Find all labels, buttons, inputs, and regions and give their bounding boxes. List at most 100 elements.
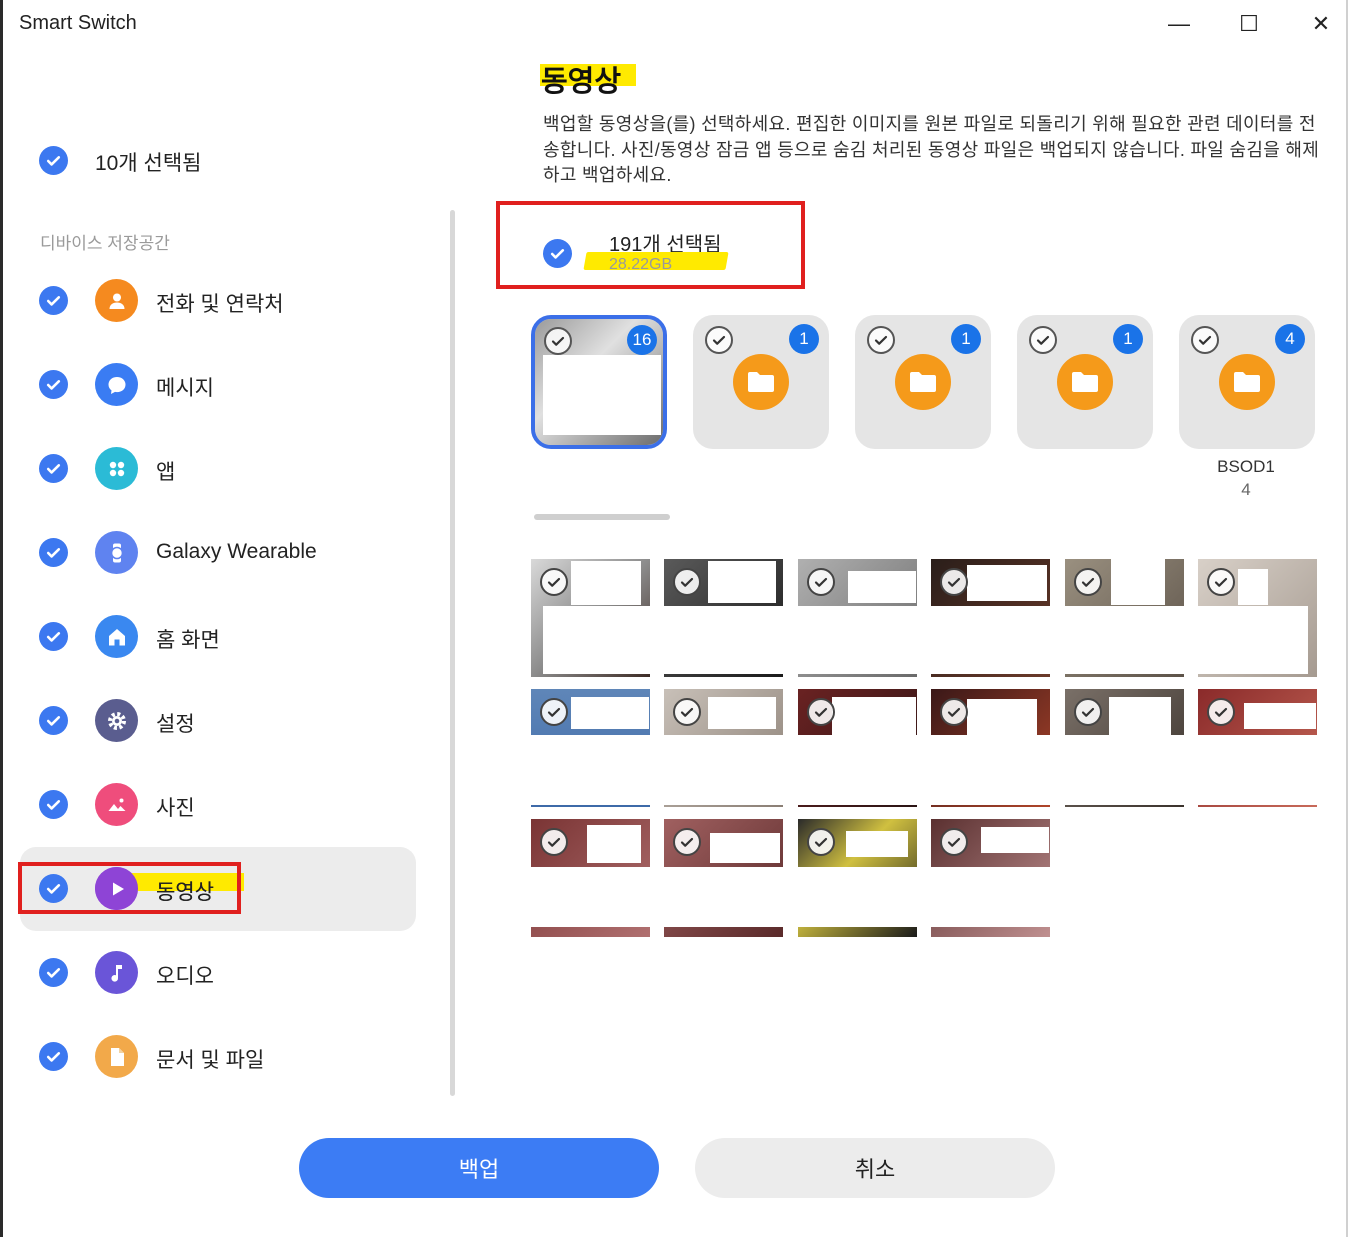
category-checkbox[interactable] <box>39 370 68 399</box>
redaction <box>543 606 1308 674</box>
category-documents[interactable]: 문서 및 파일 <box>20 1015 416 1099</box>
select-all-checkbox[interactable] <box>39 146 68 175</box>
video-checkbox[interactable] <box>940 698 968 726</box>
album-scrollbar[interactable] <box>534 514 670 520</box>
album-card[interactable]: 4 <box>1179 315 1315 449</box>
sidebar-scrollbar[interactable] <box>450 210 455 1096</box>
check-icon <box>46 968 61 978</box>
page-description: 백업할 동영상을(를) 선택하세요. 편집한 이미지를 원본 파일로 되돌리기 … <box>543 114 1320 185</box>
video-checkbox[interactable] <box>540 828 568 856</box>
redaction <box>710 833 780 863</box>
check-icon <box>1081 707 1095 717</box>
category-contacts[interactable]: 전화 및 연락처 <box>20 259 416 343</box>
category-home-screen[interactable]: 홈 화면 <box>20 595 416 679</box>
video-checkbox[interactable] <box>673 828 701 856</box>
check-icon <box>1214 577 1228 587</box>
maximize-button[interactable]: ☐ <box>1214 0 1284 48</box>
album-card[interactable]: 1 <box>693 315 829 449</box>
redaction <box>517 867 1087 927</box>
check-icon <box>1198 335 1212 345</box>
check-icon <box>547 837 561 847</box>
category-apps[interactable]: 앱 <box>20 427 416 511</box>
album-count-badge: 1 <box>1113 324 1143 354</box>
check-icon <box>46 296 61 306</box>
selected-size: 28.22GB <box>609 256 673 273</box>
video-checkbox[interactable] <box>1207 568 1235 596</box>
check-icon <box>1214 707 1228 717</box>
video-checkbox[interactable] <box>807 828 835 856</box>
video-checkbox[interactable] <box>673 698 701 726</box>
redaction <box>967 699 1037 735</box>
check-icon <box>46 716 61 726</box>
category-checkbox[interactable] <box>39 538 68 567</box>
album-card[interactable]: 1 <box>855 315 991 449</box>
category-settings[interactable]: 설정 <box>20 679 416 763</box>
video-checkbox[interactable] <box>1207 698 1235 726</box>
document-icon <box>95 1035 138 1078</box>
video-checkbox[interactable] <box>940 568 968 596</box>
check-icon <box>46 464 61 474</box>
video-checkbox[interactable] <box>540 568 568 596</box>
category-label: Galaxy Wearable <box>156 540 317 563</box>
album-checkbox[interactable] <box>867 326 895 354</box>
redaction <box>1238 569 1268 605</box>
check-icon <box>46 548 61 558</box>
video-checkbox[interactable] <box>807 698 835 726</box>
category-checkbox[interactable] <box>39 958 68 987</box>
album-checkbox[interactable] <box>1029 326 1057 354</box>
check-icon <box>1081 577 1095 587</box>
category-label: 설정 <box>156 713 195 736</box>
cancel-button[interactable]: 취소 <box>695 1138 1055 1198</box>
video-checkbox[interactable] <box>673 568 701 596</box>
video-checkbox[interactable] <box>1074 698 1102 726</box>
album-checkbox[interactable] <box>1191 326 1219 354</box>
redaction <box>708 697 776 729</box>
album-count-badge: 16 <box>627 325 657 355</box>
album-checkbox[interactable] <box>705 326 733 354</box>
album-count-badge: 1 <box>789 324 819 354</box>
check-icon <box>46 632 61 642</box>
category-audio[interactable]: 오디오 <box>20 931 416 1015</box>
album-card[interactable]: 1 <box>1017 315 1153 449</box>
video-checkbox[interactable] <box>807 568 835 596</box>
check-icon <box>551 336 565 346</box>
category-checkbox[interactable] <box>39 454 68 483</box>
category-photos[interactable]: 사진 <box>20 763 416 847</box>
redaction <box>571 697 649 729</box>
watch-icon <box>95 531 138 574</box>
apps-icon <box>95 447 138 490</box>
backup-button[interactable]: 백업 <box>299 1138 659 1198</box>
clipped-header-text: - - - - - - - - <box>150 36 330 46</box>
check-icon <box>947 707 961 717</box>
check-icon <box>947 837 961 847</box>
album-card[interactable]: 16 <box>531 315 667 449</box>
redaction <box>1109 697 1171 735</box>
close-button[interactable]: ✕ <box>1286 0 1348 48</box>
page-title: 동영상 <box>541 66 622 98</box>
redaction <box>848 571 916 603</box>
category-label: 문서 및 파일 <box>156 1049 265 1072</box>
storage-section-header: 디바이스 저장공간 <box>40 234 170 253</box>
category-checkbox[interactable] <box>39 622 68 651</box>
check-icon <box>712 335 726 345</box>
video-checkbox[interactable] <box>1074 568 1102 596</box>
category-checkbox[interactable] <box>39 706 68 735</box>
album-checkbox[interactable] <box>544 327 572 355</box>
select-all-videos-checkbox[interactable] <box>543 239 572 268</box>
minimize-button[interactable]: — <box>1144 0 1214 48</box>
category-messages[interactable]: 메시지 <box>20 343 416 427</box>
category-checkbox[interactable] <box>39 790 68 819</box>
category-checkbox[interactable] <box>39 286 68 315</box>
redaction <box>967 565 1047 601</box>
category-galaxy-wearable[interactable]: Galaxy Wearable <box>20 511 416 595</box>
video-checkbox[interactable] <box>940 828 968 856</box>
check-icon <box>46 156 61 166</box>
redaction <box>512 735 1320 805</box>
check-icon <box>680 837 694 847</box>
category-checkbox[interactable] <box>39 1042 68 1071</box>
redaction <box>1111 559 1165 605</box>
settings-icon <box>95 699 138 742</box>
video-checkbox[interactable] <box>540 698 568 726</box>
window-left-border <box>0 0 3 1237</box>
check-icon <box>547 707 561 717</box>
